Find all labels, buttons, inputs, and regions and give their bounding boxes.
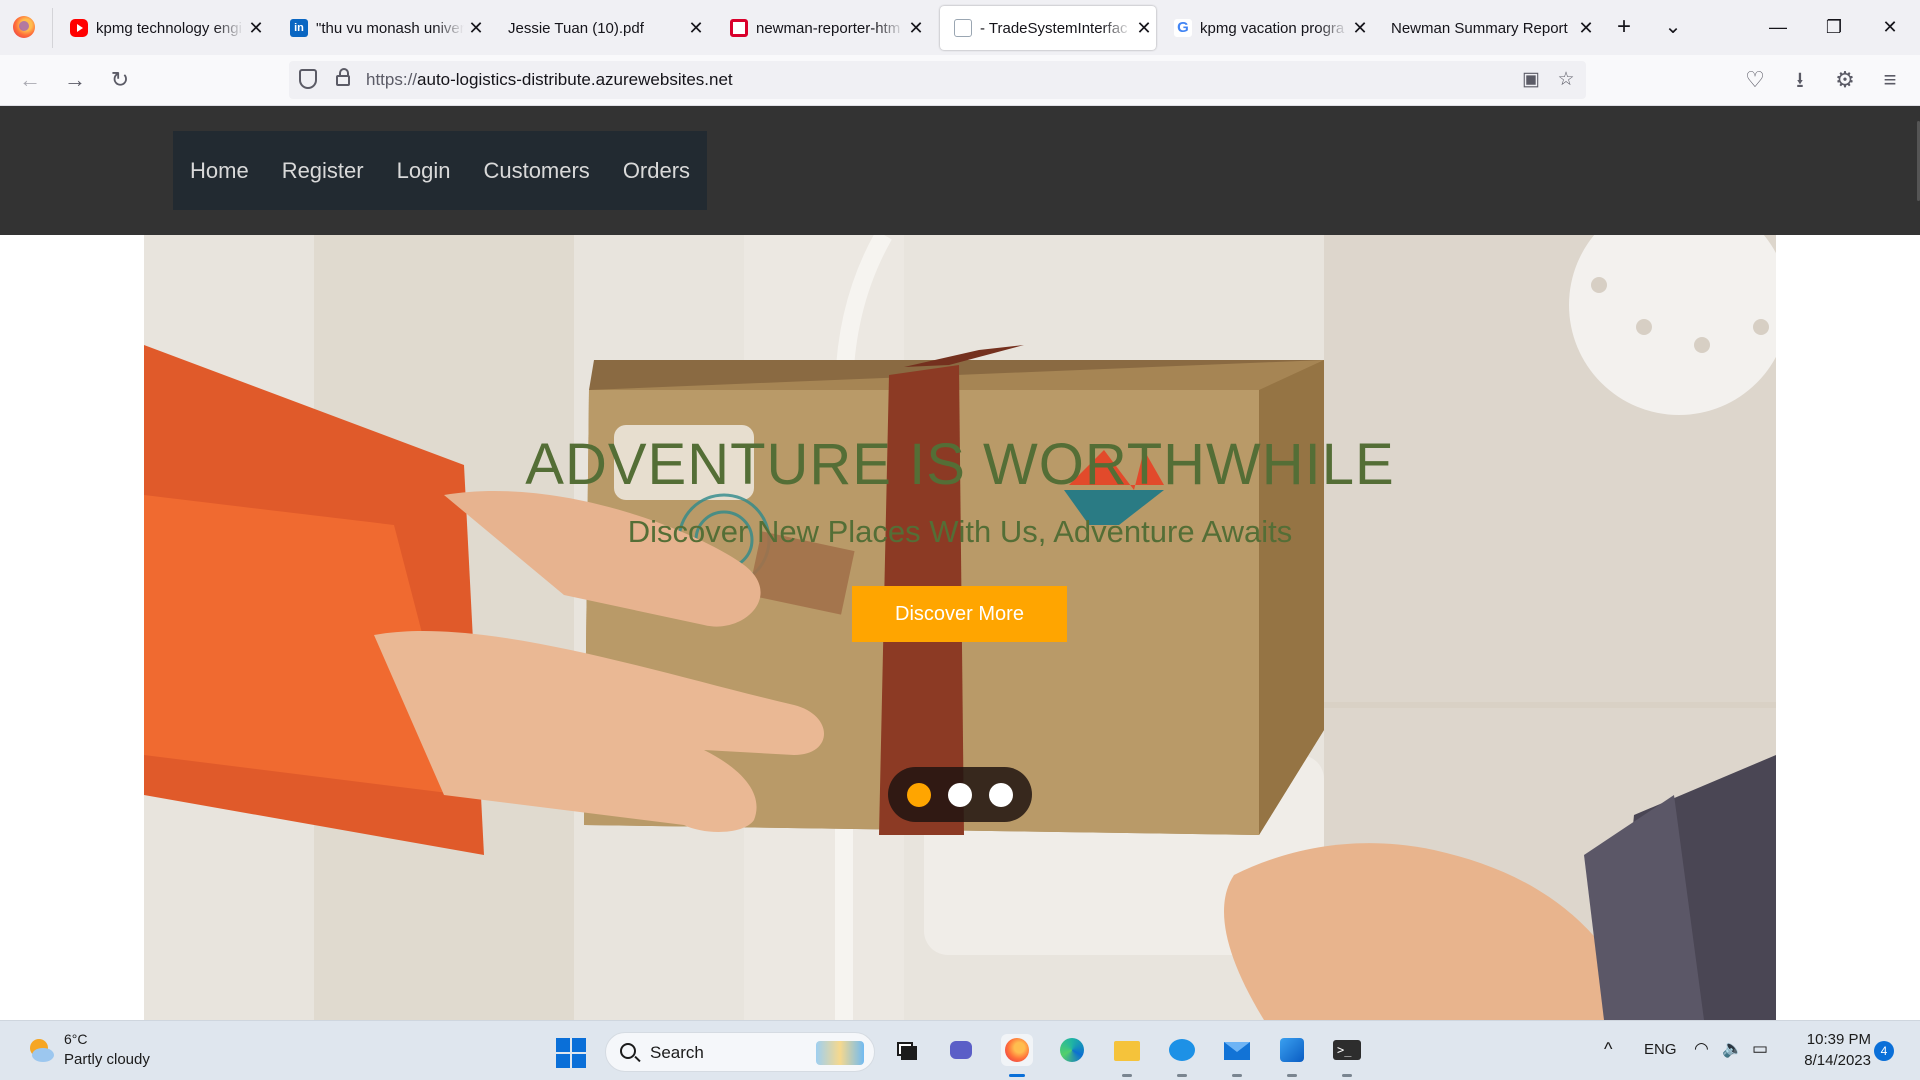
tab-label: Newman Summary Report [1391, 19, 1568, 37]
close-tab-icon[interactable]: ✕ [1348, 18, 1372, 39]
tab-newman-summary[interactable]: Newman Summary Report ✕ [1378, 6, 1598, 50]
wifi-icon[interactable]: ◠ [1694, 1039, 1709, 1059]
document-icon [954, 19, 972, 37]
close-tab-icon[interactable]: ✕ [464, 18, 488, 39]
taskbar: 6°C Partly cloudy Search >_ ^ ENG ◠ 🔈 ▭ … [0, 1020, 1920, 1080]
nav-home-link[interactable]: Home [190, 158, 249, 184]
url-host: auto-logistics-distribute.azurewebsites.… [417, 70, 733, 89]
nav-customers-link[interactable]: Customers [483, 158, 589, 184]
lock-icon[interactable] [336, 68, 350, 86]
window-close-icon[interactable]: ✕ [1870, 10, 1910, 44]
file-explorer-icon[interactable] [1111, 1034, 1143, 1077]
carousel-dot-1[interactable] [907, 782, 931, 807]
clock-time[interactable]: 10:39 PM [1803, 1031, 1871, 1048]
site-header: Home Register Login Customers Orders [0, 106, 1920, 235]
start-icon[interactable] [556, 1038, 586, 1068]
newman-icon [730, 19, 748, 37]
carousel-dot-2[interactable] [948, 782, 972, 807]
tab-divider [52, 8, 53, 48]
pocket-icon[interactable]: ♡ [1740, 65, 1770, 95]
show-hidden-icons[interactable]: ^ [1604, 1039, 1612, 1060]
tab-label: "thu vu monash univer [316, 19, 464, 37]
tab-google[interactable]: G kpmg vacation progra ✕ [1160, 6, 1372, 50]
tab-linkedin[interactable]: in "thu vu monash univer ✕ [276, 6, 488, 50]
linkedin-icon: in [290, 19, 308, 37]
new-tab-icon[interactable]: + [1609, 12, 1639, 42]
google-icon: G [1174, 19, 1192, 37]
carousel-indicators [888, 767, 1032, 822]
mail-icon[interactable] [1221, 1034, 1253, 1077]
tab-label: kpmg vacation progra [1200, 19, 1345, 37]
extensions-icon[interactable]: ⚙ [1830, 65, 1860, 95]
input-language[interactable]: ENG [1644, 1041, 1677, 1058]
back-icon[interactable]: ← [15, 65, 45, 95]
hero-carousel: ADVENTURE IS WORTHWHILE Discover New Pla… [144, 235, 1776, 1020]
address-bar[interactable]: https://auto-logistics-distribute.azurew… [289, 61, 1586, 99]
terminal-icon[interactable]: >_ [1331, 1034, 1363, 1077]
battery-icon[interactable]: ▭ [1752, 1039, 1768, 1059]
nav-orders-link[interactable]: Orders [623, 158, 690, 184]
reader-view-icon[interactable]: ▣ [1519, 68, 1543, 92]
carousel-dot-3[interactable] [989, 782, 1013, 807]
tab-youtube[interactable]: kpmg technology engi ✕ [56, 6, 268, 50]
app-menu-icon[interactable]: ≡ [1875, 65, 1905, 95]
teams-icon[interactable] [945, 1034, 977, 1066]
clock-date[interactable]: 8/14/2023 [1793, 1052, 1871, 1069]
tab-label: - TradeSystemInterfac [980, 19, 1128, 37]
browser-toolbar: ← → ↻ https://auto-logistics-distribute.… [0, 55, 1920, 106]
downloads-icon[interactable]: ⭳ [1785, 65, 1815, 95]
photos-icon[interactable] [1276, 1034, 1308, 1077]
bookmark-star-icon[interactable]: ☆ [1554, 68, 1578, 92]
search-icon [620, 1043, 636, 1059]
volume-icon[interactable]: 🔈 [1722, 1039, 1743, 1059]
minimize-icon[interactable]: — [1758, 10, 1798, 44]
firefox-view-icon[interactable] [13, 16, 35, 38]
tab-label: newman-reporter-htm [756, 19, 901, 37]
edge-icon[interactable] [1056, 1034, 1088, 1066]
discover-more-button[interactable]: Discover More [852, 586, 1067, 642]
site-nav: Home Register Login Customers Orders [173, 131, 708, 210]
tracking-protection-icon[interactable] [299, 69, 317, 89]
close-tab-icon[interactable]: ✕ [1574, 18, 1598, 39]
list-tabs-icon[interactable]: ⌄ [1658, 12, 1688, 42]
close-tab-icon[interactable]: ✕ [904, 18, 928, 39]
nav-register-link[interactable]: Register [282, 158, 364, 184]
notification-badge[interactable]: 4 [1874, 1041, 1894, 1061]
tab-newman-reporter[interactable]: newman-reporter-htm ✕ [716, 6, 928, 50]
forward-icon[interactable]: → [60, 65, 90, 95]
tab-pdf[interactable]: Jessie Tuan (10).pdf ✕ [496, 6, 708, 50]
task-view-icon[interactable] [890, 1034, 922, 1066]
search-highlight-icon [816, 1041, 864, 1065]
taskbar-search[interactable]: Search [605, 1032, 875, 1072]
partly-cloudy-icon [30, 1039, 54, 1062]
close-tab-icon[interactable]: ✕ [1132, 18, 1156, 39]
search-label: Search [650, 1043, 704, 1062]
nav-login-link[interactable]: Login [397, 158, 451, 184]
firefox-icon[interactable] [1001, 1034, 1033, 1077]
restore-icon[interactable]: ❐ [1814, 10, 1854, 44]
tab-label: kpmg technology engi [96, 19, 242, 37]
docker-icon[interactable] [1166, 1034, 1198, 1077]
tab-trade-system[interactable]: - TradeSystemInterfac ✕ [940, 6, 1156, 50]
weather-temperature[interactable]: 6°C [64, 1031, 88, 1047]
url-text[interactable]: https://auto-logistics-distribute.azurew… [366, 70, 733, 90]
close-tab-icon[interactable]: ✕ [244, 18, 268, 39]
reload-icon[interactable]: ↻ [105, 65, 135, 95]
weather-condition[interactable]: Partly cloudy [64, 1051, 150, 1068]
tab-strip: kpmg technology engi ✕ in "thu vu monash… [0, 0, 1920, 55]
tab-label: Jessie Tuan (10).pdf [508, 19, 644, 37]
youtube-icon [70, 19, 88, 37]
page-viewport: Home Register Login Customers Orders ADV… [0, 106, 1920, 1020]
close-tab-icon[interactable]: ✕ [684, 18, 708, 39]
url-protocol: https:// [366, 70, 418, 89]
